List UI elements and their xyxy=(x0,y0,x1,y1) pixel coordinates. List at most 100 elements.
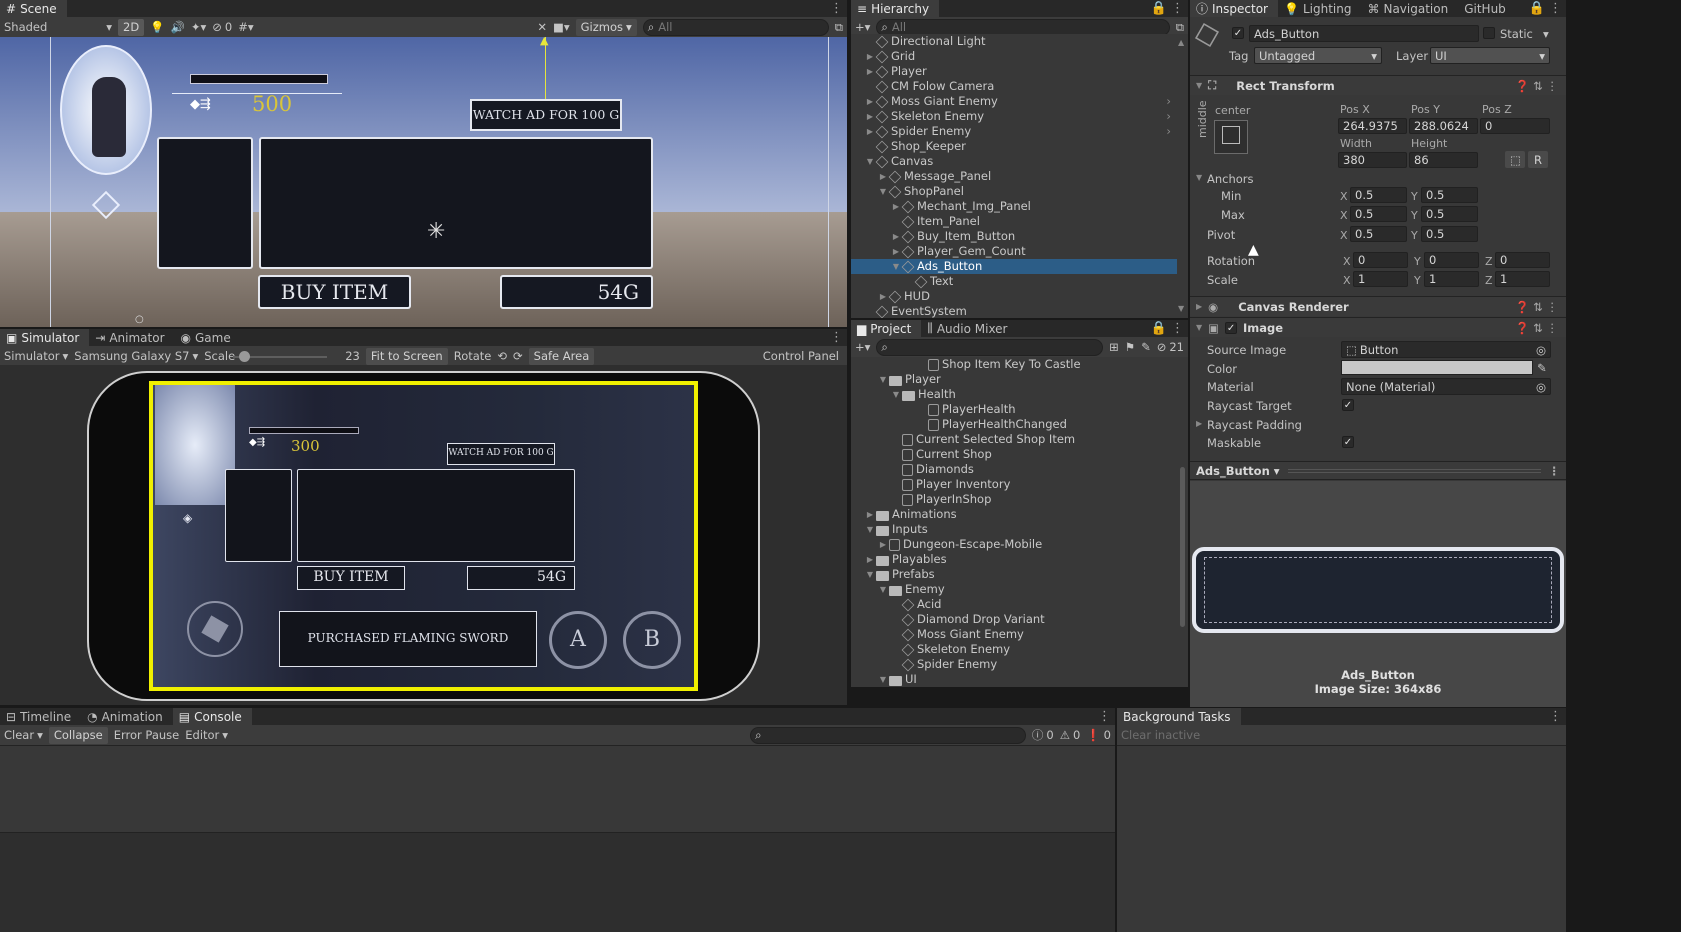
chevron-right-icon[interactable]: ▶ xyxy=(1196,419,1202,428)
scale-y-input[interactable]: 1 xyxy=(1424,271,1479,287)
editor-dropdown[interactable]: Editor ▾ xyxy=(185,728,228,742)
grid-toggle-icon[interactable]: #▾ xyxy=(238,20,253,34)
inspector-menu-icon[interactable]: 🔒 ⋮ xyxy=(1529,1,1566,16)
project-item[interactable]: ▼ Health xyxy=(851,387,1177,402)
tab-lighting[interactable]: 💡 Lighting xyxy=(1278,0,1361,18)
active-checkbox[interactable]: ✓ xyxy=(1232,27,1244,39)
component-menu-icon[interactable]: ❓ ⇅ ⋮ xyxy=(1515,300,1558,314)
project-item[interactable]: ▼ Prefabs xyxy=(851,567,1177,582)
buy-item-button[interactable]: BUY ITEM xyxy=(258,275,411,309)
height-input[interactable]: 86 xyxy=(1409,152,1478,168)
scene-search-input[interactable]: ⌕ All xyxy=(642,18,829,36)
hierarchy-search-input[interactable]: ⌕ All xyxy=(876,18,1170,36)
tab-hierarchy[interactable]: ≡ Hierarchy xyxy=(851,0,940,18)
project-item[interactable]: ▼ UI xyxy=(851,672,1177,687)
lighting-toggle-icon[interactable]: 💡 xyxy=(150,20,164,34)
maskable-checkbox[interactable]: ✓ xyxy=(1342,436,1354,448)
safe-area-toggle[interactable]: Safe Area xyxy=(528,347,595,365)
create-asset-icon[interactable]: +▾ xyxy=(855,340,870,354)
camera-icon[interactable]: ■▾ xyxy=(553,20,570,34)
object-name-input[interactable]: Ads_Button xyxy=(1249,25,1479,42)
watch-ad-button[interactable]: WATCH AD FOR 100 G xyxy=(470,99,622,131)
hierarchy-item[interactable]: ▼ ShopPanel xyxy=(851,184,1177,199)
pos-z-input[interactable]: 0 xyxy=(1480,118,1550,134)
hierarchy-menu-icon[interactable]: 🔒 ⋮ xyxy=(1151,1,1188,16)
chevron-down-icon[interactable]: ▼ xyxy=(864,522,876,537)
chevron-down-icon[interactable]: ▼ xyxy=(1196,173,1202,182)
clear-button[interactable]: Clear ▾ xyxy=(4,728,43,742)
scroll-down-icon[interactable]: ▼ xyxy=(1178,304,1184,313)
chevron-down-icon[interactable]: ▼ xyxy=(877,672,889,687)
hierarchy-item[interactable]: ▶ Spider Enemy › xyxy=(851,124,1177,139)
tab-simulator[interactable]: ▣ Simulator xyxy=(0,328,90,347)
search-by-label-icon[interactable]: ⚑ xyxy=(1125,340,1135,354)
clear-inactive-button[interactable]: Clear inactive xyxy=(1121,728,1200,742)
hierarchy-item[interactable]: ▶ Buy_Item_Button xyxy=(851,229,1177,244)
chevron-right-icon[interactable]: ▶ xyxy=(864,507,876,522)
chevron-right-icon[interactable]: › xyxy=(1166,109,1171,124)
hierarchy-item[interactable]: ▶ Player_Gem_Count xyxy=(851,244,1177,259)
tab-navigation[interactable]: ⌘ Navigation xyxy=(1361,0,1458,18)
scale-z-input[interactable]: 1 xyxy=(1495,271,1550,287)
tab-project[interactable]: ▆ Project xyxy=(851,319,922,338)
warning-filter-toggle[interactable]: ⚠ 0 xyxy=(1060,728,1081,742)
joystick[interactable] xyxy=(187,601,243,657)
tab-audio-mixer[interactable]: ⫼ Audio Mixer xyxy=(921,320,1017,338)
hierarchy-item[interactable]: ▼ Canvas xyxy=(851,154,1177,169)
tab-game[interactable]: ◉ Game xyxy=(175,329,241,347)
hidden-objects-icon[interactable]: ⊘ 0 xyxy=(212,20,232,34)
hierarchy-item[interactable]: Shop_Keeper xyxy=(851,139,1177,154)
search-by-type-icon[interactable]: ⊞ xyxy=(1109,340,1119,354)
gizmos-dropdown[interactable]: Gizmos ▾ xyxy=(575,18,637,36)
object-picker-icon[interactable]: ◎ xyxy=(1536,343,1546,357)
project-item[interactable]: Spider Enemy xyxy=(851,657,1177,672)
preview-menu-icon[interactable]: ⋮ xyxy=(1549,464,1561,478)
simulator-menu-icon[interactable]: ⋮ xyxy=(830,330,847,345)
chevron-right-icon[interactable]: ▶ xyxy=(864,552,876,567)
console-detail-area[interactable] xyxy=(0,832,1115,932)
scene-viewport[interactable]: ◆⇶ 500 WATCH AD FOR 100 G ▲ ✳ BUY ITEM 5… xyxy=(0,37,847,327)
project-item[interactable]: Acid xyxy=(851,597,1177,612)
scrollbar-thumb[interactable] xyxy=(1180,467,1185,627)
hierarchy-item[interactable]: ▶ Message_Panel xyxy=(851,169,1177,184)
effects-toggle-icon[interactable]: ✦▾ xyxy=(191,20,206,34)
project-scrollbar[interactable] xyxy=(1177,357,1188,687)
hierarchy-item[interactable]: Text xyxy=(851,274,1177,289)
scene-menu-icon[interactable]: ⋮ xyxy=(830,1,847,16)
console-menu-icon[interactable]: ⋮ xyxy=(1098,709,1115,724)
rot-x-input[interactable]: 0 xyxy=(1353,252,1408,268)
project-item[interactable]: ▶ Dungeon-Escape-Mobile xyxy=(851,537,1177,552)
rot-z-input[interactable]: 0 xyxy=(1495,252,1550,268)
scroll-up-icon[interactable]: ▲ xyxy=(1178,38,1184,47)
project-item[interactable]: ▼ Inputs xyxy=(851,522,1177,537)
image-enabled-checkbox[interactable]: ✓ xyxy=(1225,321,1238,334)
scale-slider-thumb[interactable] xyxy=(239,351,251,362)
max-x-input[interactable]: 0.5 xyxy=(1350,206,1407,222)
tab-console[interactable]: ▤ Console xyxy=(172,707,252,726)
maximize-icon[interactable]: ⧉ xyxy=(835,20,843,35)
anchor-handle-icon[interactable]: ○ xyxy=(135,314,144,325)
max-y-input[interactable]: 0.5 xyxy=(1421,206,1478,222)
rect-transform-header[interactable]: ▼ ⛶ Rect Transform ❓ ⇅ ⋮ xyxy=(1190,75,1566,95)
favorite-icon[interactable]: ✎ xyxy=(1141,340,1151,354)
device-dropdown[interactable]: Samsung Galaxy S7 ▾ xyxy=(74,349,198,363)
console-search-input[interactable]: ⌕ xyxy=(750,726,1026,744)
project-item[interactable]: PlayerHealthChanged xyxy=(851,417,1177,432)
project-menu-icon[interactable]: 🔒 ⋮ xyxy=(1151,321,1188,336)
tab-inspector[interactable]: ⓘ Inspector xyxy=(1190,0,1278,18)
hierarchy-item[interactable]: EventSystem xyxy=(851,304,1177,318)
hierarchy-item[interactable]: ▶ Grid xyxy=(851,49,1177,64)
project-item[interactable]: ▼ Enemy xyxy=(851,582,1177,597)
anchor-preset-button[interactable] xyxy=(1214,120,1248,154)
error-pause-toggle[interactable]: Error Pause xyxy=(114,728,180,742)
preview-object-dropdown[interactable]: Ads_Button ▾ xyxy=(1196,464,1280,478)
project-item[interactable]: Skeleton Enemy xyxy=(851,642,1177,657)
project-item[interactable]: Current Shop xyxy=(851,447,1177,462)
pos-y-input[interactable]: 288.0624 xyxy=(1409,118,1478,134)
collapse-toggle[interactable]: Collapse xyxy=(48,726,108,744)
material-field[interactable]: None (Material) ◎ xyxy=(1341,378,1551,395)
game-watch-ad-button[interactable]: WATCH AD FOR 100 G xyxy=(447,443,555,465)
control-panel-button[interactable]: Control Panel xyxy=(763,349,843,363)
game-buy-item-button[interactable]: BUY ITEM xyxy=(297,566,405,590)
object-picker-icon[interactable]: ◎ xyxy=(1536,380,1546,394)
